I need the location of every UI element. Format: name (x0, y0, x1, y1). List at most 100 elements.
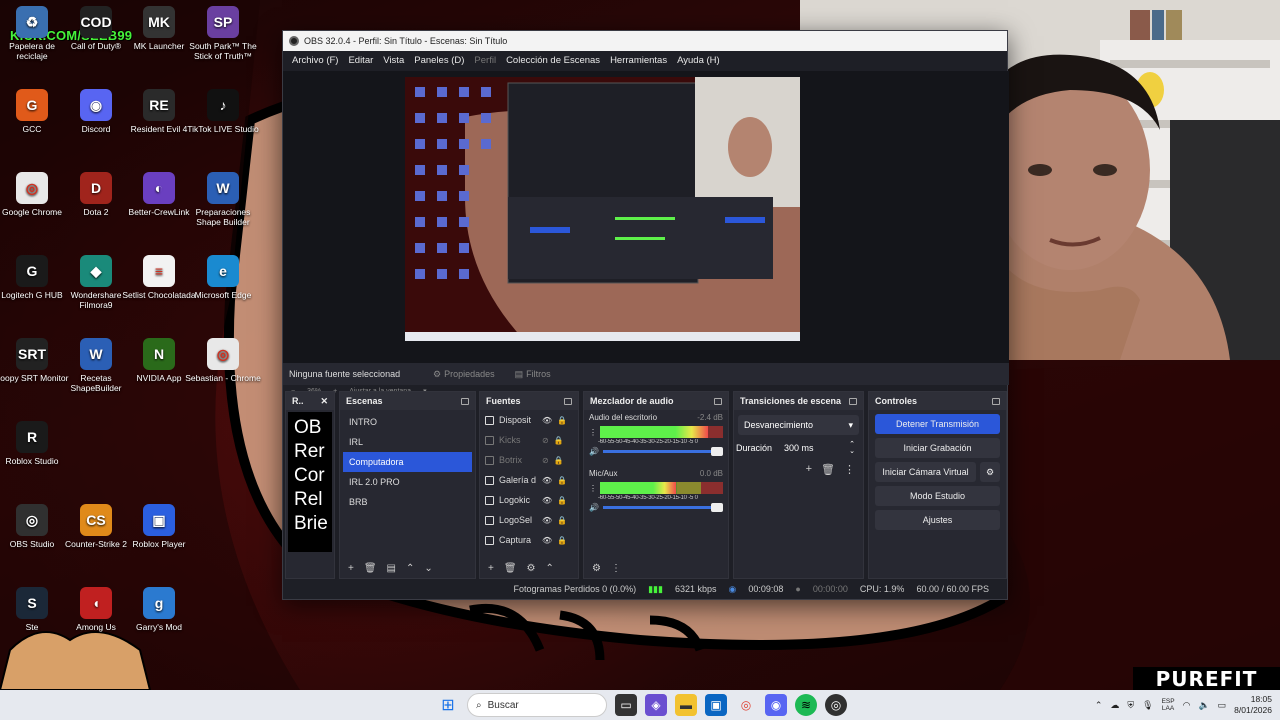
delete-transition-icon[interactable]: 🗑 (821, 463, 835, 476)
eye-off-icon[interactable]: ⊘ (542, 456, 549, 465)
menu-herramientas[interactable]: Herramientas (605, 55, 672, 66)
source-item[interactable]: Logokic 👁 🔒 (480, 490, 578, 510)
menu-paneles[interactable]: Paneles (D) (409, 55, 469, 66)
desktop-icon[interactable]: ◎ Sebastian - Chrome (185, 338, 261, 383)
lock-icon[interactable]: 🔒 (557, 516, 567, 525)
volume-slider-handle[interactable] (711, 447, 723, 456)
speaker-icon[interactable]: 🔊 (589, 447, 599, 456)
source-item[interactable]: Captura 👁 🔒 (480, 530, 578, 550)
file-explorer-icon[interactable]: ▬ (675, 694, 697, 716)
kebab-menu-icon[interactable]: ⋮ (589, 484, 597, 493)
eye-icon[interactable]: 👁 (542, 416, 552, 425)
filters-button[interactable]: ▤ Filtros (505, 369, 561, 380)
lock-icon[interactable]: 🔒 (557, 536, 567, 545)
source-item[interactable]: Disposit 👁 🔒 (480, 410, 578, 430)
microphone-icon[interactable]: 🎙 (1142, 700, 1153, 711)
obs-preview-area[interactable]: − 36% + Ajustar a la ventana ▾ (283, 71, 1009, 395)
desktop-icon[interactable]: ▣ Roblox Player (121, 504, 197, 549)
scene-item-irl-2-pro[interactable]: IRL 2.0 PRO (343, 472, 472, 492)
add-source-icon[interactable]: + (488, 563, 494, 574)
add-transition-icon[interactable]: + (806, 463, 812, 476)
lock-icon[interactable]: 🔒 (557, 416, 567, 425)
desktop-icon[interactable]: g Garry's Mod (121, 587, 197, 632)
lock-icon[interactable]: 🔒 (557, 496, 567, 505)
discord-icon[interactable]: ◉ (765, 694, 787, 716)
source-item[interactable]: LogoSel 👁 🔒 (480, 510, 578, 530)
spotify-icon[interactable]: ≋ (795, 694, 817, 716)
source-item[interactable]: Galería d 👁 🔒 (480, 470, 578, 490)
volume-slider-handle[interactable] (711, 503, 723, 512)
volume-slider[interactable] (602, 503, 723, 512)
speaker-icon[interactable]: 🔊 (589, 503, 599, 512)
undock-icon[interactable] (992, 397, 1000, 405)
eye-icon[interactable]: 👁 (542, 476, 552, 485)
source-item[interactable]: Botrix ⊘ 🔒 (480, 450, 578, 470)
delete-source-icon[interactable]: 🗑 (504, 563, 517, 574)
eye-icon[interactable]: 👁 (542, 496, 552, 505)
store-icon[interactable]: ▣ (705, 694, 727, 716)
menu-editar[interactable]: Editar (343, 55, 378, 66)
kebab-menu-icon[interactable]: ⋮ (844, 463, 855, 476)
security-icon[interactable]: ⛨ (1127, 700, 1134, 711)
clock[interactable]: 18:05 8/01/2026 (1234, 694, 1272, 716)
wifi-icon[interactable]: ◠ (1183, 700, 1191, 711)
studio-mode-button[interactable]: Modo Estudio (875, 486, 1000, 506)
lock-icon[interactable]: 🔒 (557, 476, 567, 485)
menu-ayuda[interactable]: Ayuda (H) (672, 55, 725, 66)
move-up-icon[interactable]: ⌃ (406, 563, 414, 574)
undock-icon[interactable] (849, 397, 857, 405)
properties-button[interactable]: ⚙ Propiedades (423, 369, 505, 380)
obs-taskbar-icon[interactable]: ◎ (825, 694, 847, 716)
move-up-icon[interactable]: ⌃ (546, 563, 554, 574)
desktop-icon[interactable]: SP South Park™ The Stick of Truth™ (185, 6, 261, 61)
widgets-icon[interactable]: ◈ (645, 694, 667, 716)
scene-filters-icon[interactable]: ▤ (387, 563, 396, 574)
windows-start-icon[interactable]: ⊞ (437, 694, 459, 716)
eye-icon[interactable]: 👁 (542, 516, 552, 525)
advanced-audio-icon[interactable]: ⚙ (592, 563, 601, 574)
menu-archivo[interactable]: Archivo (F) (287, 55, 343, 66)
move-down-icon[interactable]: ⌄ (424, 563, 432, 574)
source-item[interactable]: Kicks ⊘ 🔒 (480, 430, 578, 450)
battery-icon[interactable]: ▭ (1218, 700, 1227, 711)
undock-icon[interactable] (564, 397, 572, 405)
transition-type-select[interactable]: Desvanecimiento ▾ (738, 415, 859, 435)
delete-scene-icon[interactable]: 🗑 (364, 563, 377, 574)
network-icon[interactable]: ☁ (1110, 700, 1119, 711)
spin-arrows-icon[interactable]: ⌃ ⌄ (849, 441, 855, 455)
desktop-icon[interactable]: e Microsoft Edge (185, 255, 261, 300)
duration-spinbox[interactable]: 300 ms ⌃ ⌄ (780, 439, 859, 457)
input-language[interactable]: ESP LAA (1162, 698, 1175, 712)
menu-coleccion-escenas[interactable]: Colección de Escenas (501, 55, 605, 66)
scene-item-intro[interactable]: INTRO (343, 412, 472, 432)
close-icon[interactable]: ✕ (320, 396, 328, 407)
desktop-icon[interactable]: ♪ TikTok LIVE Studio (185, 89, 261, 134)
undock-icon[interactable] (714, 397, 722, 405)
desktop-icon[interactable]: R Roblox Studio (0, 421, 70, 466)
chevron-up-icon[interactable]: ⌃ (1095, 700, 1103, 711)
lock-icon[interactable]: 🔒 (554, 456, 564, 465)
settings-button[interactable]: Ajustes (875, 510, 1000, 530)
virtual-camera-settings-icon[interactable]: ⚙ (980, 462, 1000, 482)
eye-icon[interactable]: 👁 (542, 536, 552, 545)
menu-perfil[interactable]: Perfil (469, 55, 501, 66)
chrome-icon[interactable]: ◎ (735, 694, 757, 716)
undock-icon[interactable] (461, 397, 469, 405)
stop-stream-button[interactable]: Detener Transmisión (875, 414, 1000, 434)
start-virtual-camera-button[interactable]: Iniciar Cámara Virtual (875, 462, 976, 482)
obs-titlebar[interactable]: OBS 32.0.4 - Perfil: Sin Título - Escena… (283, 31, 1007, 51)
eye-off-icon[interactable]: ⊘ (542, 436, 549, 445)
add-scene-icon[interactable]: + (348, 563, 354, 574)
kebab-menu-icon[interactable]: ⋮ (589, 428, 597, 437)
volume-slider[interactable] (602, 447, 723, 456)
menu-vista[interactable]: Vista (378, 55, 409, 66)
volume-icon[interactable]: 🔈 (1198, 700, 1209, 711)
kebab-menu-icon[interactable]: ⋮ (611, 563, 621, 574)
scene-item-computadora[interactable]: Computadora (343, 452, 472, 472)
taskbar-search[interactable]: ⌕ Buscar (467, 693, 607, 717)
obs-preview-canvas[interactable] (405, 77, 800, 341)
scene-item-brb[interactable]: BRB (343, 492, 472, 512)
desktop-icon[interactable]: W Preparaciones Shape Builder (185, 172, 261, 227)
start-recording-button[interactable]: Iniciar Grabación (875, 438, 1000, 458)
task-view-icon[interactable]: ▭ (615, 694, 637, 716)
